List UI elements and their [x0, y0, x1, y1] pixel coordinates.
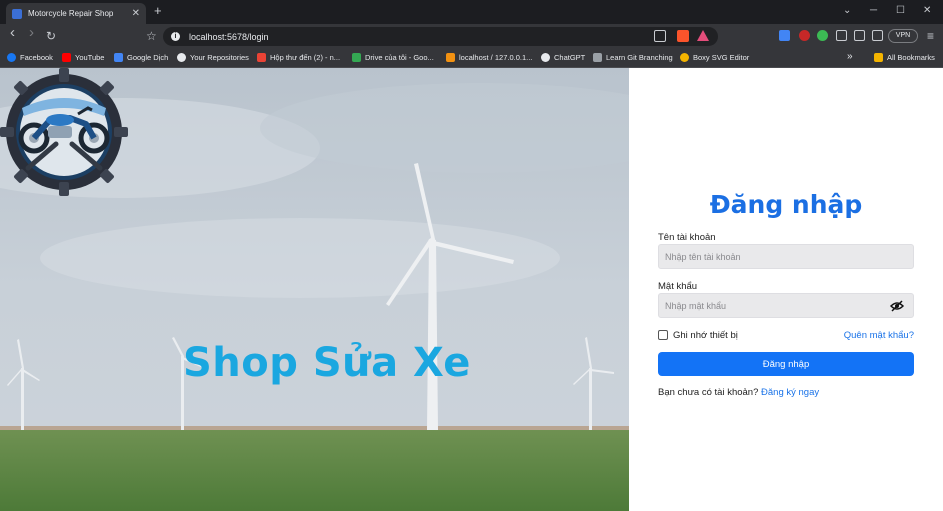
sidebar-icon[interactable] — [854, 30, 865, 41]
boxy-svg-icon — [680, 53, 689, 62]
translate-extension-icon[interactable] — [779, 30, 790, 41]
tab-search-icon[interactable]: ⌄ — [843, 5, 851, 16]
github-icon — [177, 53, 186, 62]
menu-icon[interactable]: ≡ — [927, 29, 934, 43]
bookmarks-overflow-button[interactable]: » — [847, 51, 853, 62]
bookmark-drive[interactable]: Drive của tôi - Goo... — [352, 53, 434, 62]
remember-device-checkbox[interactable] — [658, 330, 668, 340]
password-label: Mật khẩu — [658, 281, 698, 292]
git-icon — [593, 53, 602, 62]
url-text[interactable]: localhost:5678/login — [189, 32, 269, 42]
motorcycle-gear-logo — [0, 68, 128, 196]
signup-prompt: Bạn chưa có tài khoản? Đăng ký ngay — [658, 387, 819, 398]
chatgpt-icon — [541, 53, 550, 62]
tab-active[interactable]: Motorcycle Repair Shop ✕ — [6, 3, 146, 24]
translate-icon — [114, 53, 123, 62]
bookmark-repositories[interactable]: Your Repositories — [177, 53, 249, 62]
wallet-icon[interactable] — [872, 30, 883, 41]
login-panel: Đăng nhập Tên tài khoản Mật khẩu Ghi nhớ… — [629, 68, 943, 511]
brave-shields-icon[interactable] — [677, 30, 689, 42]
bookmarks-bar: Facebook YouTube Google Dịch Your Reposi… — [0, 49, 943, 68]
forgot-password-link[interactable]: Quên mật khẩu? — [844, 330, 914, 341]
new-tab-button[interactable]: + — [154, 4, 162, 18]
brave-rewards-icon[interactable] — [697, 30, 709, 41]
tab-favicon-icon — [12, 8, 22, 19]
back-button[interactable]: ‹ — [10, 25, 15, 40]
extensions-puzzle-icon[interactable] — [836, 30, 847, 41]
folder-icon — [874, 53, 883, 62]
browser-chrome: Motorcycle Repair Shop ✕ + ⌄ ─ ☐ ✕ ‹ › ↻… — [0, 0, 943, 68]
login-button[interactable]: Đăng nhập — [658, 352, 914, 376]
all-bookmarks-button[interactable]: All Bookmarks — [874, 53, 935, 62]
bookmark-localhost[interactable]: localhost / 127.0.0.1... — [446, 53, 532, 62]
maximize-button[interactable]: ☐ — [896, 5, 905, 16]
bookmark-chatgpt[interactable]: ChatGPT — [541, 53, 585, 62]
gmail-icon — [257, 53, 266, 62]
bookmark-star-icon[interactable]: ☆ — [146, 29, 157, 43]
username-input[interactable] — [658, 244, 914, 269]
reload-button[interactable]: ↻ — [46, 29, 56, 43]
minimize-button[interactable]: ─ — [870, 5, 877, 16]
bookmark-google-translate[interactable]: Google Dịch — [114, 53, 168, 62]
bookmark-youtube[interactable]: YouTube — [62, 53, 104, 62]
remember-device-label[interactable]: Ghi nhớ thiết bị — [673, 330, 738, 341]
youtube-icon — [62, 53, 71, 62]
site-info-icon[interactable]: i — [171, 32, 180, 41]
bookmark-gmail[interactable]: Hộp thư đến (2) - n... — [257, 53, 340, 62]
bookmark-learn-git[interactable]: Learn Git Branching — [593, 53, 673, 62]
facebook-icon — [7, 53, 16, 62]
username-label: Tên tài khoản — [658, 232, 716, 243]
tab-title: Motorcycle Repair Shop — [28, 9, 114, 18]
tab-close-icon[interactable]: ✕ — [132, 8, 140, 19]
extension-icon[interactable] — [817, 30, 828, 41]
bookmark-boxy-svg[interactable]: Boxy SVG Editor — [680, 53, 749, 62]
shop-brand-name: Shop Sửa Xe — [183, 340, 471, 386]
signup-link[interactable]: Đăng ký ngay — [761, 387, 819, 398]
login-title: Đăng nhập — [709, 190, 863, 219]
share-icon[interactable] — [654, 30, 666, 42]
no-account-text: Bạn chưa có tài khoản? — [658, 387, 759, 398]
extension-icon[interactable] — [799, 30, 810, 41]
bookmark-facebook[interactable]: Facebook — [7, 53, 53, 62]
forward-button[interactable]: › — [29, 25, 34, 40]
tab-strip: Motorcycle Repair Shop ✕ + ⌄ ─ ☐ ✕ — [0, 0, 943, 24]
password-input[interactable] — [658, 293, 914, 318]
vpn-button[interactable]: VPN — [888, 29, 918, 43]
drive-icon — [352, 53, 361, 62]
phpmyadmin-icon — [446, 53, 455, 62]
address-bar[interactable]: i localhost:5678/login — [163, 27, 718, 46]
toggle-password-eye-icon[interactable] — [890, 300, 904, 312]
hero-background: Shop Sửa Xe — [0, 68, 629, 511]
close-window-button[interactable]: ✕ — [923, 5, 931, 16]
